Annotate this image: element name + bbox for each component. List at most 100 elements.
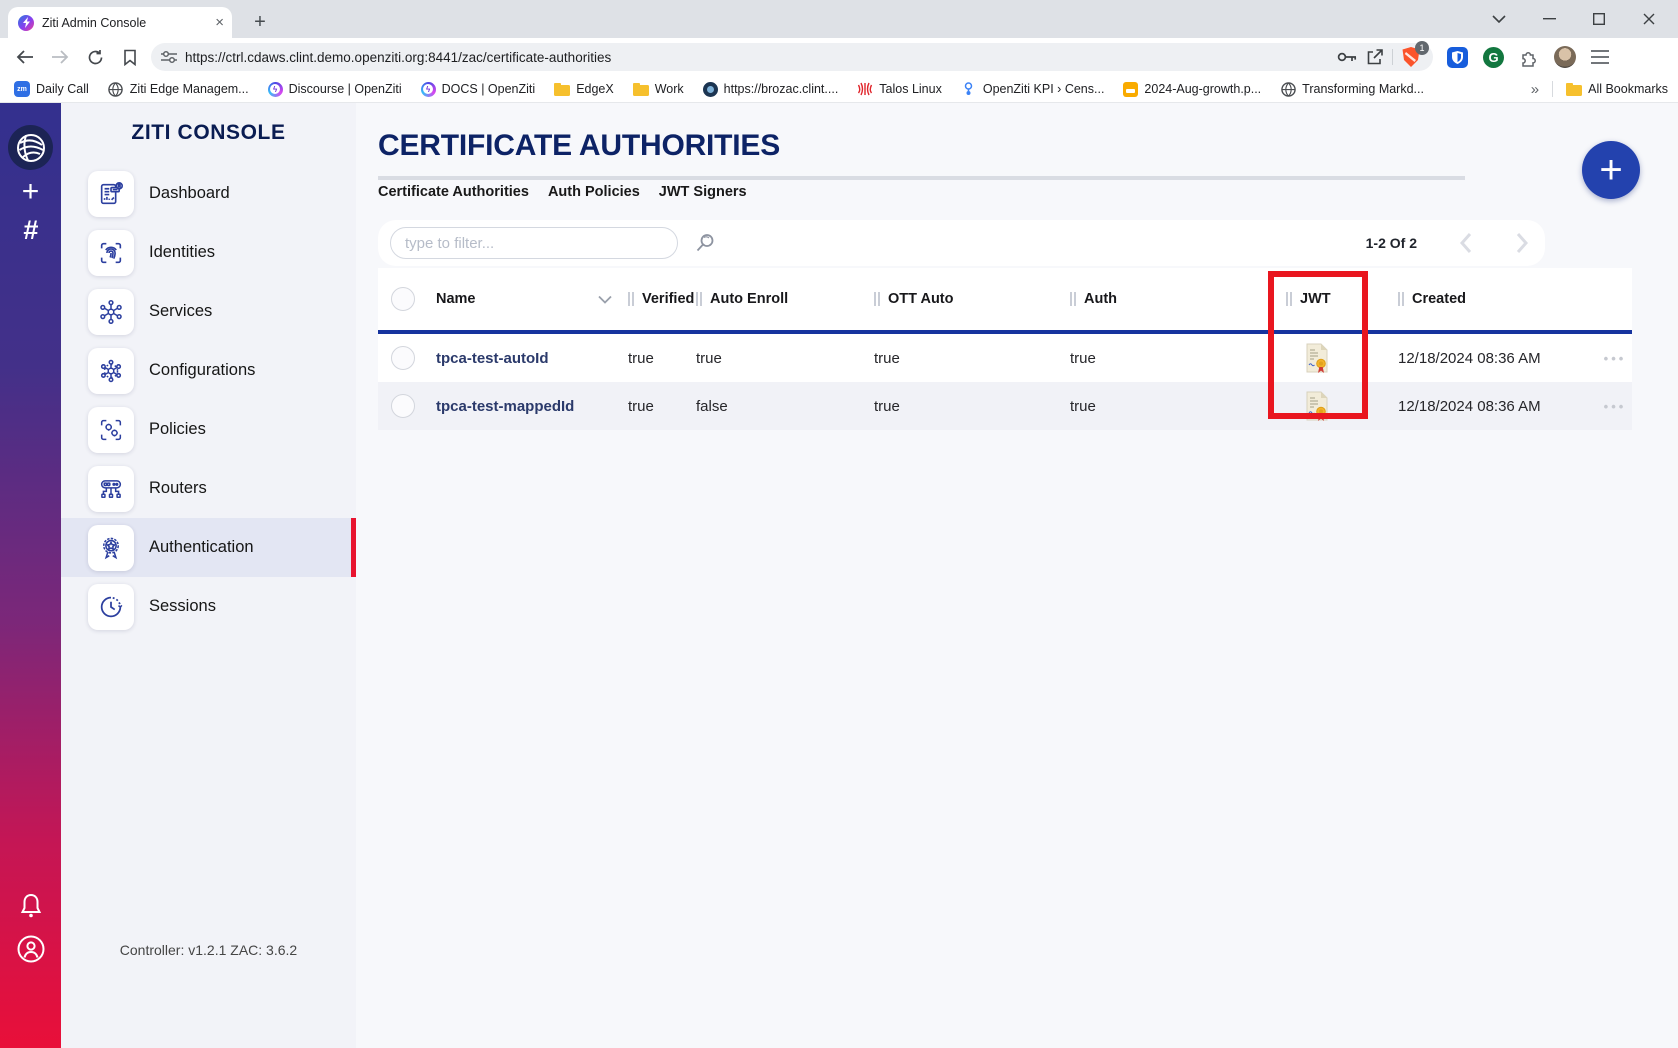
row-checkbox[interactable]	[391, 394, 415, 418]
column-header-ott-auto[interactable]: OTT Auto	[888, 291, 954, 307]
all-bookmarks-button[interactable]: All Bookmarks	[1566, 82, 1668, 96]
browser-tab[interactable]: Ziti Admin Console ×	[8, 7, 232, 38]
authentication-badge-icon	[88, 525, 134, 571]
folder-icon	[633, 83, 649, 96]
filter-input[interactable]	[390, 227, 678, 259]
extensions-puzzle-icon[interactable]	[1519, 47, 1539, 67]
column-header-auth[interactable]: Auth	[1084, 291, 1117, 307]
bookmark-2024-aug-growth[interactable]: 2024-Aug-growth.p...	[1123, 82, 1261, 97]
password-key-icon[interactable]	[1336, 50, 1358, 64]
bookmarks-overflow-icon[interactable]: »	[1531, 81, 1539, 98]
console-title: ZITI CONSOLE	[61, 121, 356, 145]
jwt-certificate-icon[interactable]	[1304, 391, 1398, 422]
column-header-verified[interactable]: Verified	[642, 291, 694, 307]
sidebar-item-routers[interactable]: Routers	[61, 459, 356, 518]
reload-button[interactable]	[82, 44, 108, 70]
tab-close-icon[interactable]: ×	[215, 15, 224, 30]
add-certificate-authority-button[interactable]: +	[1582, 141, 1640, 199]
select-all-checkbox[interactable]	[391, 287, 415, 311]
bookmark-edgex-folder[interactable]: EdgeX	[554, 82, 614, 96]
bookmark-openziti-kpi[interactable]: OpenZiti KPI › Cens...	[961, 81, 1105, 97]
bookmark-work-folder[interactable]: Work	[633, 82, 684, 96]
cell-ott-auto: true	[874, 350, 1070, 367]
share-icon[interactable]	[1366, 48, 1384, 66]
page-next-icon[interactable]	[1515, 232, 1529, 254]
sidebar-item-policies[interactable]: Policies	[61, 400, 356, 459]
sidebar-item-label: Services	[149, 302, 212, 321]
cell-ott-auto: true	[874, 398, 1070, 415]
zac-app: + # ZITI CONSOLE Dashboard	[0, 103, 1678, 1048]
bookmark-brozac[interactable]: https://brozac.clint....	[703, 82, 839, 97]
sidebar-item-services[interactable]: Services	[61, 282, 356, 341]
bookmark-talos-linux[interactable]: Talos Linux	[857, 81, 942, 97]
jwt-certificate-icon[interactable]	[1304, 343, 1398, 374]
folder-icon	[1566, 83, 1582, 96]
maximize-button[interactable]	[1586, 6, 1612, 32]
sidebar-item-label: Policies	[149, 420, 206, 439]
left-rail: + #	[0, 103, 61, 1048]
browser-menu-icon[interactable]	[1591, 50, 1609, 64]
grammarly-extension-icon[interactable]: G	[1483, 47, 1504, 68]
back-button[interactable]	[12, 44, 38, 70]
screen: Ziti Admin Console × +	[0, 0, 1678, 1048]
ca-name[interactable]: tpca-test-autoId	[436, 350, 549, 367]
main-content: CERTIFICATE AUTHORITIES + Certificate Au…	[356, 103, 1678, 1048]
ca-name[interactable]: tpca-test-mappedId	[436, 398, 574, 415]
header-separator	[1286, 292, 1292, 306]
search-icon[interactable]	[693, 231, 717, 255]
header-separator	[1398, 292, 1404, 306]
bitwarden-extension-icon[interactable]	[1447, 47, 1468, 68]
column-header-name[interactable]: Name	[436, 291, 476, 307]
site-settings-icon[interactable]	[161, 50, 177, 64]
bookmark-discourse-openziti[interactable]: ϟDiscourse | OpenZiti	[268, 82, 402, 97]
globe-icon	[108, 81, 124, 97]
forward-button[interactable]	[47, 44, 73, 70]
row-checkbox[interactable]	[391, 346, 415, 370]
brave-shield-icon[interactable]: 1	[1401, 46, 1423, 68]
url-text[interactable]: https://ctrl.cdaws.clint.demo.openziti.o…	[185, 50, 1328, 65]
pagination-label: 1-2 Of 2	[1366, 235, 1417, 251]
rail-hash-button[interactable]: #	[0, 213, 61, 247]
sidebar-item-dashboard[interactable]: Dashboard	[61, 164, 356, 223]
column-header-jwt[interactable]: JWT	[1300, 291, 1331, 307]
browser-titlebar: Ziti Admin Console × +	[0, 0, 1678, 38]
sidebar-item-authentication[interactable]: Authentication	[61, 518, 356, 577]
profile-circle-icon[interactable]	[0, 933, 61, 965]
page-prev-icon[interactable]	[1459, 232, 1473, 254]
tab-jwt-signers[interactable]: JWT Signers	[659, 184, 747, 200]
tab-certificate-authorities[interactable]: Certificate Authorities	[378, 184, 529, 200]
bookmark-docs-openziti[interactable]: ϟDOCS | OpenZiti	[421, 82, 536, 97]
fingerprint-icon	[88, 230, 134, 276]
tab-auth-policies[interactable]: Auth Policies	[548, 184, 640, 200]
row-menu-icon[interactable]: •••	[1604, 351, 1627, 366]
url-bar[interactable]: https://ctrl.cdaws.clint.demo.openziti.o…	[151, 43, 1433, 71]
folder-icon	[554, 83, 570, 96]
tab-search-icon[interactable]	[1486, 6, 1512, 32]
table-row[interactable]: tpca-test-autoId true true true true 12/…	[378, 334, 1632, 382]
profile-avatar[interactable]	[1554, 46, 1576, 68]
rail-add-button[interactable]: +	[0, 175, 61, 209]
ziti-logo-icon[interactable]	[8, 125, 53, 170]
sidebar-item-identities[interactable]: Identities	[61, 223, 356, 282]
bookmark-page-icon[interactable]	[117, 44, 143, 70]
table-header: Name Verified Auto Enroll OTT Auto Auth …	[378, 268, 1632, 330]
minimize-button[interactable]	[1536, 6, 1562, 32]
bookmark-daily-call[interactable]: zmDaily Call	[14, 81, 89, 97]
close-window-button[interactable]	[1636, 6, 1662, 32]
routers-icon	[88, 466, 134, 512]
column-header-created[interactable]: Created	[1412, 291, 1466, 307]
globe-icon	[1280, 81, 1296, 97]
bookmark-ziti-edge[interactable]: Ziti Edge Managem...	[108, 81, 249, 97]
sidebar-item-configurations[interactable]: Configurations	[61, 341, 356, 400]
page-title: CERTIFICATE AUTHORITIES	[378, 129, 780, 163]
table-row[interactable]: tpca-test-mappedId true false true true …	[378, 382, 1632, 430]
notifications-bell-icon[interactable]	[0, 891, 61, 921]
bookmark-transforming-markd[interactable]: Transforming Markd...	[1280, 81, 1424, 97]
new-tab-button[interactable]: +	[246, 8, 274, 36]
row-menu-icon[interactable]: •••	[1604, 399, 1627, 414]
sidebar-item-label: Sessions	[149, 597, 216, 616]
column-header-auto-enroll[interactable]: Auto Enroll	[710, 291, 788, 307]
sort-chevron-icon[interactable]	[598, 295, 612, 304]
sidebar-item-sessions[interactable]: Sessions	[61, 577, 356, 636]
version-footer: Controller: v1.2.1 ZAC: 3.6.2	[61, 942, 356, 958]
